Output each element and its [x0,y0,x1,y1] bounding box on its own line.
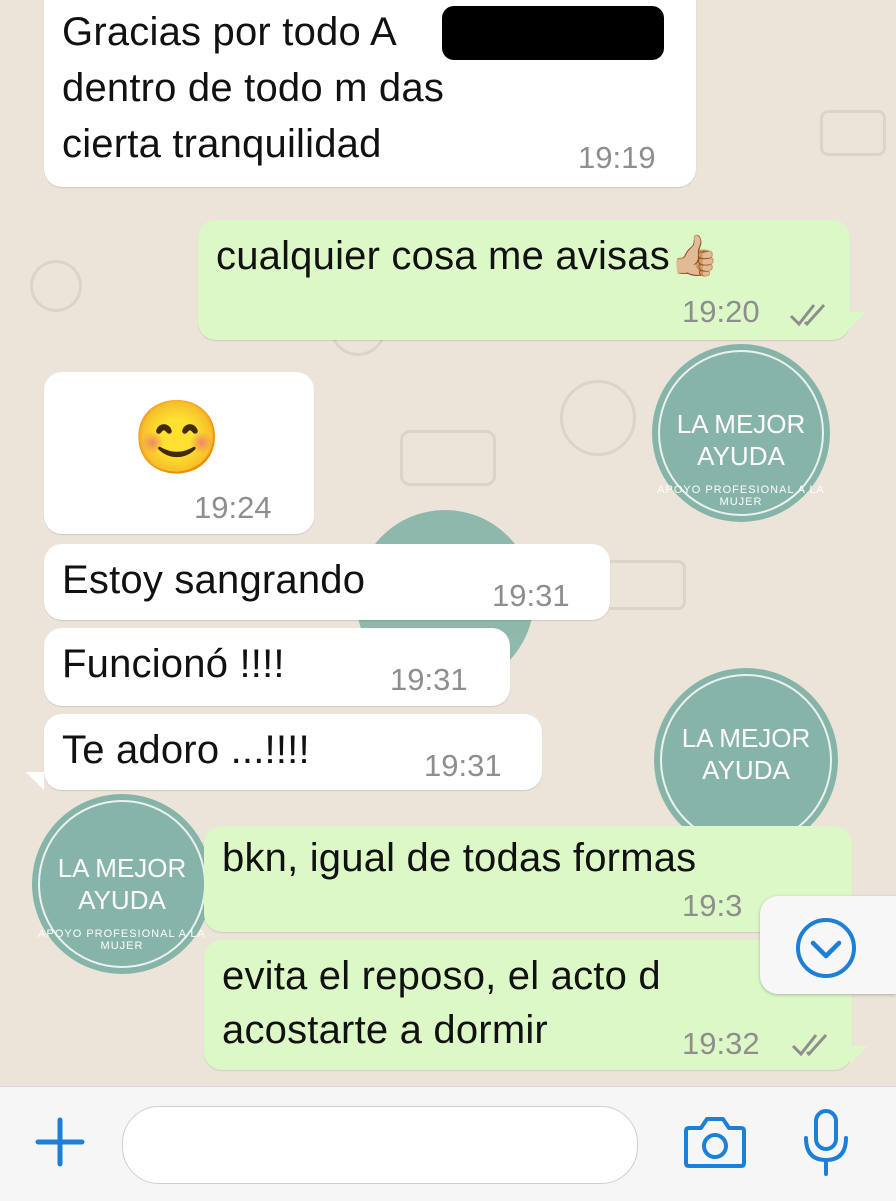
chat-area[interactable]: LA MEJOR AYUDA Gracias por todo A dentro… [0,0,896,1086]
message-bubble-incoming[interactable]: Funcionó !!!! 19:31 [44,628,510,706]
redaction-mark [442,6,664,60]
microphone-icon[interactable] [800,1108,852,1178]
message-bubble-incoming[interactable]: Estoy sangrando 19:31 [44,544,610,620]
watermark-ring-text: APOYO PROFESIONAL A LA MUJER [38,928,206,952]
watermark-line1: LA MEJOR [57,853,187,883]
message-text: acostarte a dormir [222,1008,548,1052]
message-time: 19:31 [424,748,502,783]
message-text: Te adoro ...!!!! [62,728,310,772]
double-check-icon [791,1033,828,1057]
watermark-ring-text: APOYO PROFESIONAL A LA MUJER [657,484,825,508]
watermark-line2: AYUDA [697,441,785,471]
message-text: bkn, igual de todas formas [222,836,697,880]
double-check-icon [789,303,826,327]
plus-icon[interactable] [34,1116,86,1168]
message-text: Funcionó !!!! [62,642,285,686]
watermark-stamp: LA MEJOR AYUDA APOYO PROFESIONAL A LA MU… [652,344,830,522]
message-input[interactable] [122,1106,638,1184]
wallpaper-doodle [600,560,686,610]
message-time: 19:20 [682,294,760,329]
watermark-line1: LA MEJOR [681,723,811,753]
message-text: cualquier cosa me avisas👍🏼 [216,234,720,278]
message-time: 19:32 [682,1026,760,1061]
message-time: 19:19 [578,140,656,175]
message-text: Estoy sangrando [62,558,366,602]
bubble-tail [848,312,866,330]
watermark-line2: AYUDA [78,885,166,915]
wallpaper-doodle [30,260,82,312]
message-time: 19:31 [390,662,468,697]
bubble-tail [850,1046,868,1064]
message-text: cierta tranquilidad [62,122,382,166]
message-bubble-incoming[interactable]: 😊 19:24 [44,372,314,534]
message-time: 19:3 [682,888,743,923]
watermark-line1: LA MEJOR [676,409,806,439]
message-text: Gracias por todo A [62,10,397,54]
wallpaper-doodle [400,430,496,486]
scroll-to-bottom-button[interactable] [760,896,896,994]
chevron-down-icon [796,918,856,978]
message-bubble-outgoing[interactable]: evita el reposo, el acto d acostarte a d… [204,940,852,1070]
bubble-tail [26,772,44,790]
wallpaper-doodle [560,380,636,456]
message-bubble-incoming[interactable]: Te adoro ...!!!! 19:31 [44,714,542,790]
wallpaper-doodle [820,110,886,156]
message-bubble-outgoing[interactable]: bkn, igual de todas formas 19:3 [204,826,852,932]
message-text: evita el reposo, el acto d [222,954,661,998]
message-text: dentro de todo m das [62,66,445,110]
message-time: 19:31 [492,578,570,613]
message-time: 19:24 [194,490,272,525]
message-emoji: 😊 [132,398,222,478]
message-bubble-incoming[interactable]: Gracias por todo A dentro de todo m das … [44,0,696,187]
watermark-stamp: LA MEJOR AYUDA APOYO PROFESIONAL A LA MU… [32,794,212,974]
camera-icon[interactable] [683,1114,747,1170]
watermark-line2: AYUDA [702,755,790,785]
watermark-stamp: LA MEJOR AYUDA [654,668,838,852]
message-bubble-outgoing[interactable]: cualquier cosa me avisas👍🏼 19:20 [198,220,850,340]
